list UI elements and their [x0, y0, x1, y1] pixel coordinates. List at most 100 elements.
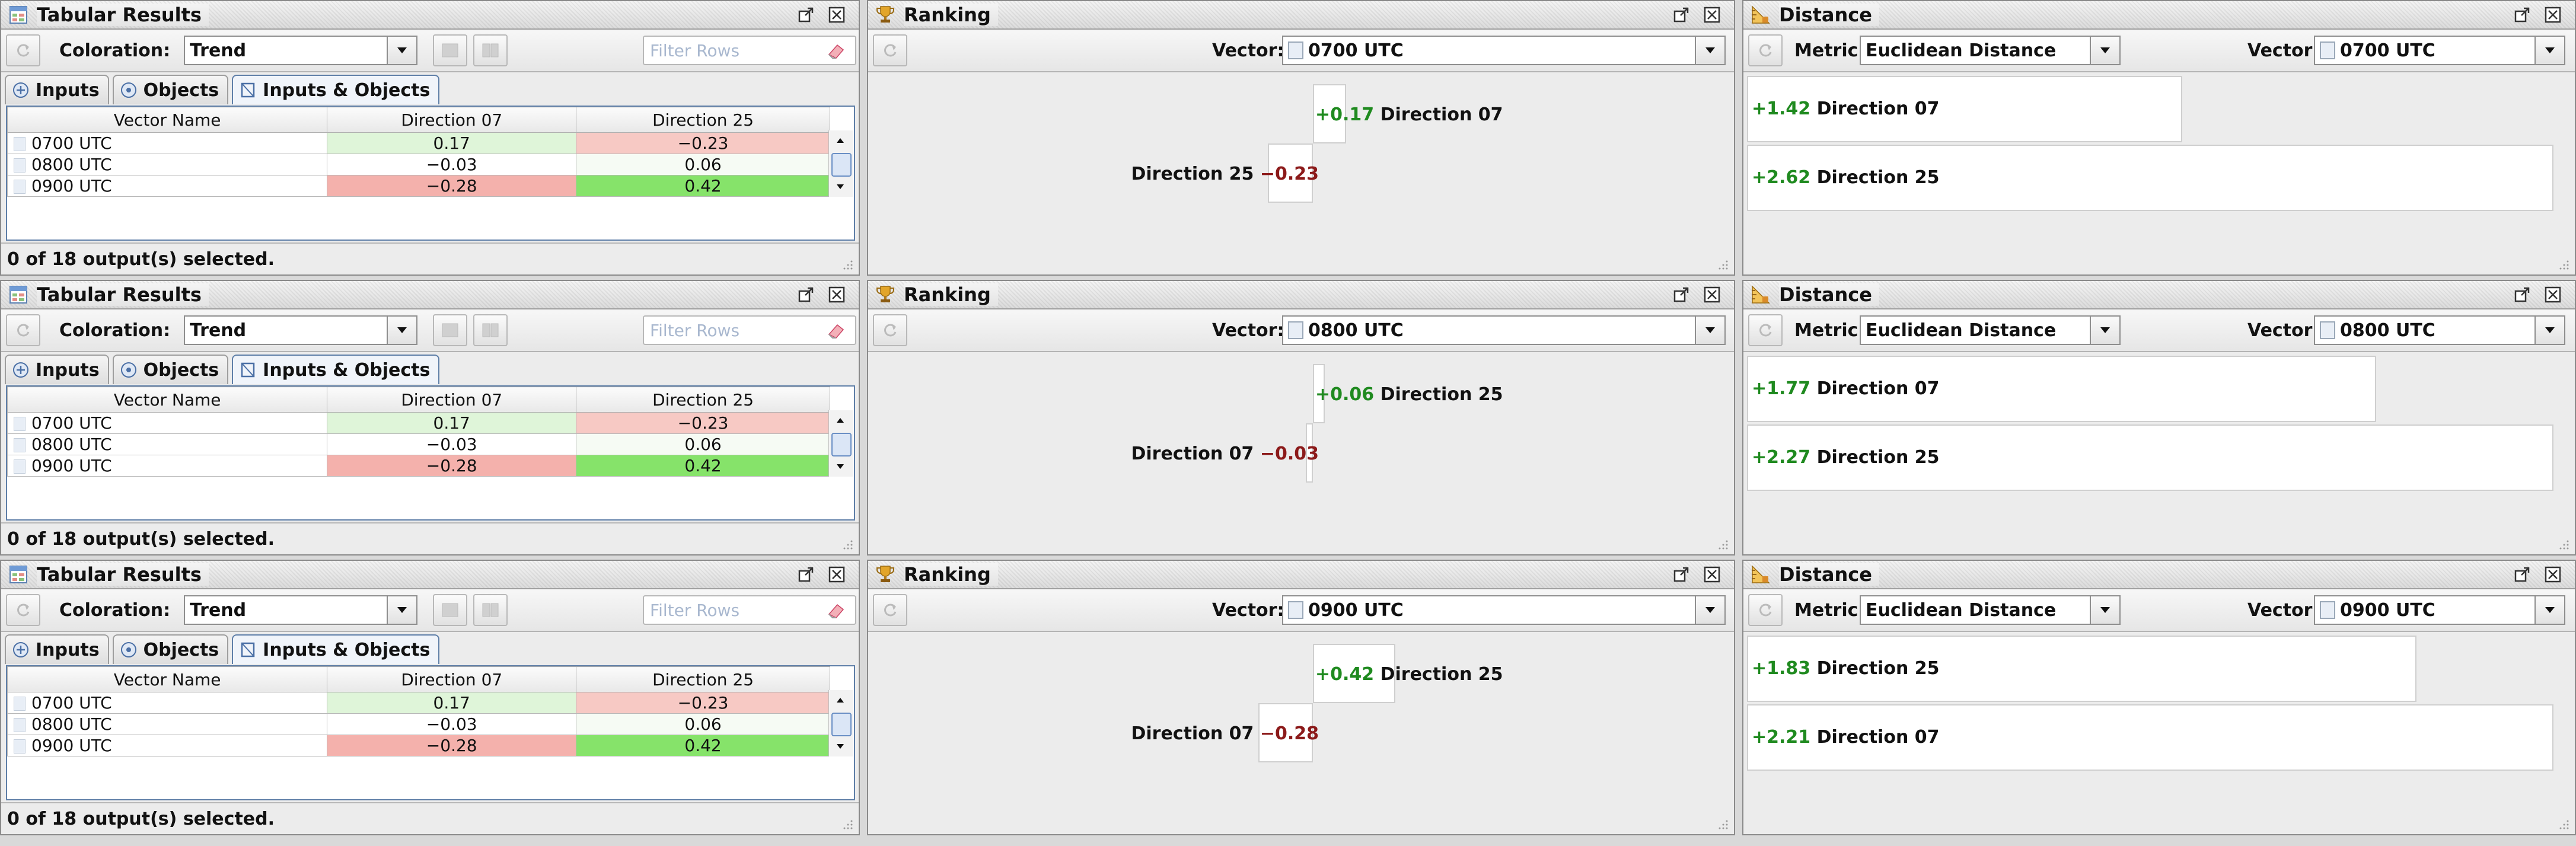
vector-dropdown[interactable]: 0800 UTC [1282, 315, 1726, 345]
vector-dropdown[interactable]: 0800 UTC [2314, 315, 2565, 345]
close-button[interactable] [1703, 286, 1721, 304]
view-button-b[interactable] [473, 594, 508, 626]
refresh-button[interactable] [6, 34, 40, 66]
resize-grip-icon[interactable] [841, 538, 854, 551]
table-row[interactable]: 0800 UTC −0.03 0.06 [7, 154, 830, 175]
scroll-down-button[interactable] [830, 738, 850, 755]
panel-title-bar[interactable]: Ranking [868, 281, 1734, 309]
panel-title-bar[interactable]: Tabular Results [1, 561, 859, 589]
tab-inputs[interactable]: Inputs [5, 634, 109, 664]
coloration-dropdown[interactable]: Trend [184, 595, 417, 625]
close-button[interactable] [828, 6, 846, 24]
table-row[interactable]: 0800 UTC −0.03 0.06 [7, 713, 830, 735]
refresh-button[interactable] [873, 34, 907, 66]
close-button[interactable] [828, 566, 846, 583]
resize-grip-icon[interactable] [841, 818, 854, 831]
column-header-vector-name[interactable]: Vector Name [7, 387, 328, 413]
metric-dropdown[interactable]: Euclidean Distance [1860, 36, 2121, 65]
refresh-button[interactable] [1748, 34, 1783, 66]
panel-title-bar[interactable]: Ranking [868, 561, 1734, 589]
undock-button[interactable] [1672, 566, 1690, 583]
column-header-direction-07[interactable]: Direction 07 [327, 666, 577, 692]
resize-grip-icon[interactable] [1716, 538, 1729, 551]
column-header-vector-name[interactable]: Vector Name [7, 107, 328, 133]
tab-objects[interactable]: Objects [112, 634, 229, 664]
tab-inputs-objects[interactable]: Inputs & Objects [232, 634, 440, 664]
coloration-dropdown[interactable]: Trend [184, 315, 417, 345]
tab-inputs-objects[interactable]: Inputs & Objects [232, 75, 440, 104]
view-button-a[interactable] [433, 34, 467, 66]
scroll-thumb[interactable] [831, 713, 852, 736]
tab-inputs[interactable]: Inputs [5, 75, 109, 104]
coloration-dropdown[interactable]: Trend [184, 36, 417, 65]
filter-rows-input[interactable]: Filter Rows [643, 36, 856, 65]
close-button[interactable] [2544, 6, 2562, 24]
scroll-thumb[interactable] [831, 433, 852, 456]
refresh-button[interactable] [6, 594, 40, 626]
view-button-a[interactable] [433, 594, 467, 626]
tab-objects[interactable]: Objects [112, 75, 229, 104]
filter-rows-input[interactable]: Filter Rows [643, 315, 856, 345]
table-row[interactable]: 0700 UTC 0.17 −0.23 [7, 132, 830, 154]
column-header-vector-name[interactable]: Vector Name [7, 666, 328, 692]
panel-title-bar[interactable]: Tabular Results [1, 281, 859, 309]
close-button[interactable] [1703, 566, 1721, 583]
panel-title-bar[interactable]: Ranking [868, 1, 1734, 30]
vector-dropdown[interactable]: 0900 UTC [1282, 595, 1726, 625]
tab-inputs[interactable]: Inputs [5, 355, 109, 384]
scroll-up-button[interactable] [830, 411, 850, 429]
undock-button[interactable] [797, 6, 815, 24]
metric-dropdown[interactable]: Euclidean Distance [1860, 315, 2121, 345]
scroll-thumb[interactable] [831, 153, 852, 177]
refresh-button[interactable] [873, 314, 907, 346]
close-button[interactable] [2544, 286, 2562, 304]
column-header-direction-25[interactable]: Direction 25 [576, 107, 830, 133]
panel-title-bar[interactable]: Tabular Results [1, 1, 859, 30]
refresh-button[interactable] [873, 594, 907, 626]
resize-grip-icon[interactable] [2557, 258, 2570, 271]
view-button-b[interactable] [473, 34, 508, 66]
table-row[interactable]: 0900 UTC −0.28 0.42 [7, 175, 830, 197]
scroll-up-button[interactable] [830, 691, 850, 709]
resize-grip-icon[interactable] [2557, 538, 2570, 551]
scroll-down-button[interactable] [830, 458, 850, 475]
close-button[interactable] [2544, 566, 2562, 583]
undock-button[interactable] [1672, 286, 1690, 304]
undock-button[interactable] [797, 286, 815, 304]
undock-button[interactable] [2513, 566, 2531, 583]
table-row[interactable]: 0700 UTC 0.17 −0.23 [7, 692, 830, 714]
undock-button[interactable] [1672, 6, 1690, 24]
table-scrollbar[interactable] [828, 690, 853, 756]
column-header-direction-25[interactable]: Direction 25 [576, 666, 830, 692]
view-button-b[interactable] [473, 314, 508, 346]
column-header-direction-25[interactable]: Direction 25 [576, 387, 830, 413]
resize-grip-icon[interactable] [1716, 258, 1729, 271]
clear-filter-icon[interactable] [827, 321, 847, 339]
scroll-up-button[interactable] [830, 132, 850, 149]
vector-dropdown[interactable]: 0900 UTC [2314, 595, 2565, 625]
clear-filter-icon[interactable] [827, 601, 847, 619]
table-row[interactable]: 0800 UTC −0.03 0.06 [7, 433, 830, 455]
resize-grip-icon[interactable] [1716, 818, 1729, 831]
panel-title-bar[interactable]: Distance [1743, 281, 2575, 309]
table-scrollbar[interactable] [828, 410, 853, 477]
vector-dropdown[interactable]: 0700 UTC [2314, 36, 2565, 65]
table-row[interactable]: 0900 UTC −0.28 0.42 [7, 735, 830, 756]
resize-grip-icon[interactable] [841, 258, 854, 271]
resize-grip-icon[interactable] [2557, 818, 2570, 831]
column-header-direction-07[interactable]: Direction 07 [327, 387, 577, 413]
refresh-button[interactable] [1748, 314, 1783, 346]
close-button[interactable] [1703, 6, 1721, 24]
refresh-button[interactable] [6, 314, 40, 346]
view-button-a[interactable] [433, 314, 467, 346]
metric-dropdown[interactable]: Euclidean Distance [1860, 595, 2121, 625]
filter-rows-input[interactable]: Filter Rows [643, 595, 856, 625]
scroll-down-button[interactable] [830, 178, 850, 196]
vector-dropdown[interactable]: 0700 UTC [1282, 36, 1726, 65]
close-button[interactable] [828, 286, 846, 304]
panel-title-bar[interactable]: Distance [1743, 561, 2575, 589]
undock-button[interactable] [2513, 286, 2531, 304]
table-row[interactable]: 0900 UTC −0.28 0.42 [7, 455, 830, 477]
refresh-button[interactable] [1748, 594, 1783, 626]
undock-button[interactable] [2513, 6, 2531, 24]
